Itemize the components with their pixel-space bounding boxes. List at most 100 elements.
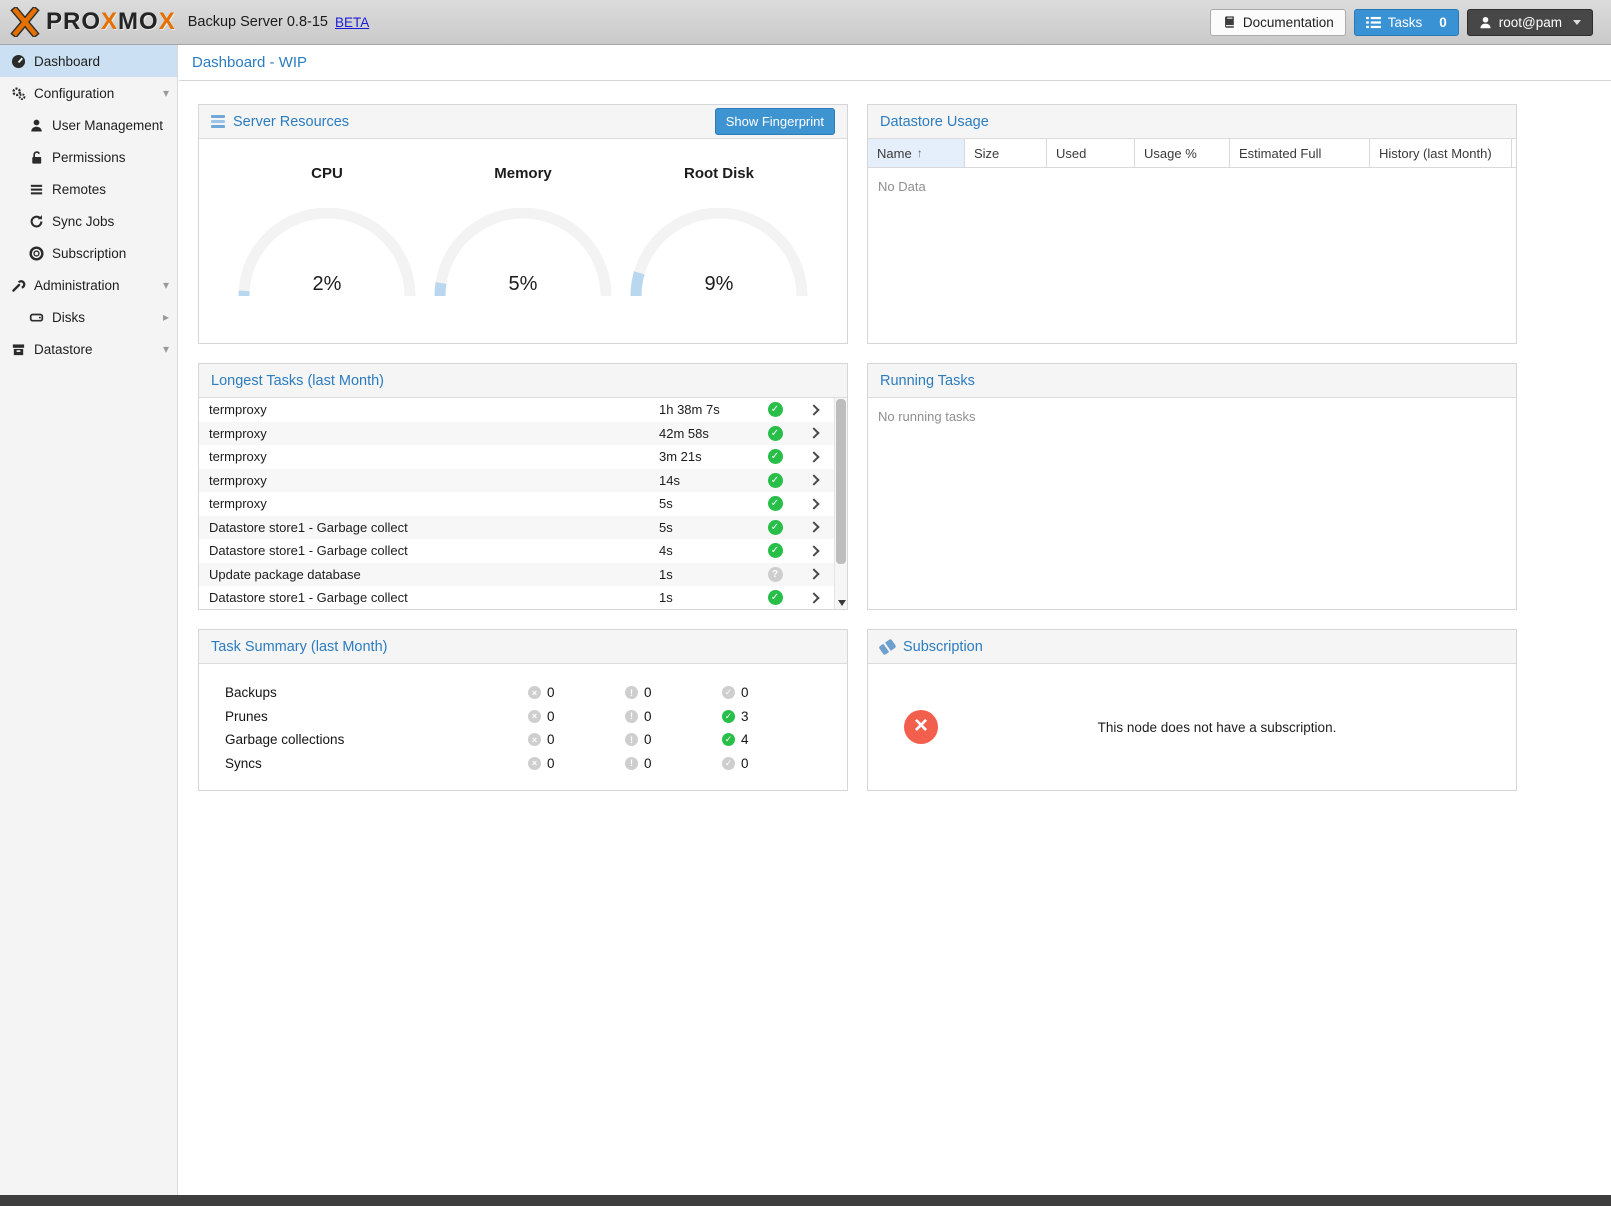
task-name: termproxy	[199, 402, 659, 417]
gauge-value: 9%	[629, 273, 809, 296]
ok-status-icon: ✓	[722, 733, 735, 746]
expand-right-icon[interactable]: ▸	[163, 310, 169, 324]
expand-down-icon[interactable]: ▾	[163, 278, 169, 292]
documentation-button[interactable]: Documentation	[1210, 9, 1346, 36]
task-row[interactable]: termproxy14s✓	[199, 469, 847, 493]
tasks-label: Tasks	[1388, 15, 1423, 30]
column-header-history-last-month[interactable]: History (last Month)	[1370, 139, 1512, 167]
scrollbar-down-arrow-icon[interactable]	[838, 600, 846, 606]
task-name: termproxy	[199, 426, 659, 441]
task-duration: 5s	[659, 496, 759, 511]
hdd-icon	[28, 309, 45, 325]
gauge-cpu: CPU2%	[229, 165, 425, 302]
sidebar-item-permissions[interactable]: Permissions	[0, 141, 177, 173]
column-header-used[interactable]: Used	[1047, 139, 1135, 167]
task-row[interactable]: Update package database1s?	[199, 563, 847, 587]
open-task-chevron-icon[interactable]	[808, 498, 819, 509]
sidebar-item-sync-jobs[interactable]: Sync Jobs	[0, 205, 177, 237]
task-duration: 3m 21s	[659, 449, 759, 464]
task-row[interactable]: termproxy3m 21s✓	[199, 445, 847, 469]
tasks-button[interactable]: Tasks 0	[1354, 9, 1459, 36]
summary-warning-count: 0	[644, 709, 652, 724]
scrollbar-thumb[interactable]	[836, 399, 846, 564]
sidebar-item-remotes[interactable]: Remotes	[0, 173, 177, 205]
ok-status-icon: ✓	[722, 686, 735, 699]
documentation-label: Documentation	[1243, 15, 1334, 30]
column-header-usage[interactable]: Usage %	[1135, 139, 1230, 167]
no-subscription-x-icon: ×	[904, 710, 938, 744]
server-resources-title: Server Resources	[233, 114, 349, 130]
sidebar-item-subscription[interactable]: Subscription	[0, 237, 177, 269]
task-row[interactable]: Datastore store1 - Garbage collect4s✓	[199, 539, 847, 563]
summary-error-cell: ×0	[528, 756, 625, 771]
ok-status-icon: ✓	[768, 449, 783, 464]
ok-status-icon: ✓	[722, 710, 735, 723]
task-row[interactable]: termproxy1h 38m 7s✓	[199, 398, 847, 422]
sidebar-item-configuration[interactable]: Configuration▾	[0, 77, 177, 109]
expand-down-icon[interactable]: ▾	[163, 342, 169, 356]
user-menu-button[interactable]: root@pam	[1467, 9, 1593, 36]
tasks-count-badge: 0	[1439, 15, 1447, 30]
ok-status-icon: ✓	[768, 496, 783, 511]
open-task-chevron-icon[interactable]	[808, 404, 819, 415]
summary-error-count: 0	[547, 756, 555, 771]
gauge-value: 2%	[237, 273, 417, 296]
gears-icon	[10, 85, 27, 101]
summary-ok-cell: ✓4	[722, 732, 819, 747]
sidebar-item-label: Permissions	[52, 150, 126, 165]
sidebar-item-dashboard[interactable]: Dashboard	[0, 45, 177, 77]
task-row[interactable]: Datastore store1 - Garbage collect1s✓	[199, 586, 847, 609]
open-task-chevron-icon[interactable]	[808, 428, 819, 439]
summary-ok-cell: ✓3	[722, 709, 819, 724]
open-task-chevron-icon[interactable]	[808, 545, 819, 556]
sidebar-item-label: Administration	[34, 278, 120, 293]
sidebar-item-administration[interactable]: Administration ▾	[0, 269, 177, 301]
summary-error-cell: ×0	[528, 685, 625, 700]
open-task-chevron-icon[interactable]	[808, 522, 819, 533]
scrollbar[interactable]	[834, 398, 847, 609]
sidebar-item-disks[interactable]: Disks ▸	[0, 301, 177, 333]
column-header-name[interactable]: Name↑	[868, 139, 965, 167]
summary-row-syncs: Syncs×0!0✓0	[199, 752, 847, 776]
summary-ok-cell: ✓0	[722, 756, 819, 771]
datastore-usage-empty-text: No Data	[868, 168, 1516, 205]
show-fingerprint-button[interactable]: Show Fingerprint	[715, 108, 835, 135]
summary-ok-count: 0	[741, 685, 749, 700]
sidebar-item-label: Disks	[52, 310, 85, 325]
running-tasks-panel: Running Tasks No running tasks	[867, 363, 1517, 610]
task-row[interactable]: Datastore store1 - Garbage collect5s✓	[199, 516, 847, 540]
sync-icon	[28, 213, 45, 229]
longest-tasks-list: termproxy1h 38m 7s✓termproxy42m 58s✓term…	[199, 398, 847, 609]
wrench-icon	[10, 277, 27, 293]
open-task-chevron-icon[interactable]	[808, 475, 819, 486]
beta-link[interactable]: BETA	[335, 15, 369, 30]
ok-status-icon: ✓	[768, 520, 783, 535]
gauges: CPU2%Memory5%Root Disk9%	[199, 139, 847, 302]
task-row[interactable]: termproxy42m 58s ✓	[199, 422, 847, 446]
column-header-size[interactable]: Size	[965, 139, 1047, 167]
expand-down-icon[interactable]: ▾	[163, 86, 169, 100]
summary-ok-count: 3	[741, 709, 749, 724]
sidebar-item-datastore[interactable]: Datastore▾	[0, 333, 177, 365]
open-task-chevron-icon[interactable]	[808, 569, 819, 580]
sidebar-item-label: Remotes	[52, 182, 106, 197]
sidebar-item-label: Sync Jobs	[52, 214, 114, 229]
sidebar-item-user-management[interactable]: User Management	[0, 109, 177, 141]
sidebar: DashboardConfiguration▾User Management Pe…	[0, 45, 178, 1195]
summary-error-cell: ×0	[528, 709, 625, 724]
summary-error-cell: ×0	[528, 732, 625, 747]
life-ring-icon	[28, 245, 45, 261]
ok-status-icon: ✓	[768, 590, 783, 605]
task-duration: 42m 58s	[659, 426, 759, 441]
task-row[interactable]: termproxy5s✓	[199, 492, 847, 516]
summary-warning-cell: !0	[625, 709, 722, 724]
column-header-estimated-full[interactable]: Estimated Full	[1230, 139, 1370, 167]
summary-row-prunes: Prunes×0!0✓3	[199, 705, 847, 729]
task-name: Datastore store1 - Garbage collect	[199, 543, 659, 558]
task-duration: 1s	[659, 567, 759, 582]
open-task-chevron-icon[interactable]	[808, 592, 819, 603]
ok-status-icon: ✓	[768, 426, 783, 441]
gauge-value: 5%	[433, 273, 613, 296]
open-task-chevron-icon[interactable]	[808, 451, 819, 462]
summary-warning-count: 0	[644, 685, 652, 700]
